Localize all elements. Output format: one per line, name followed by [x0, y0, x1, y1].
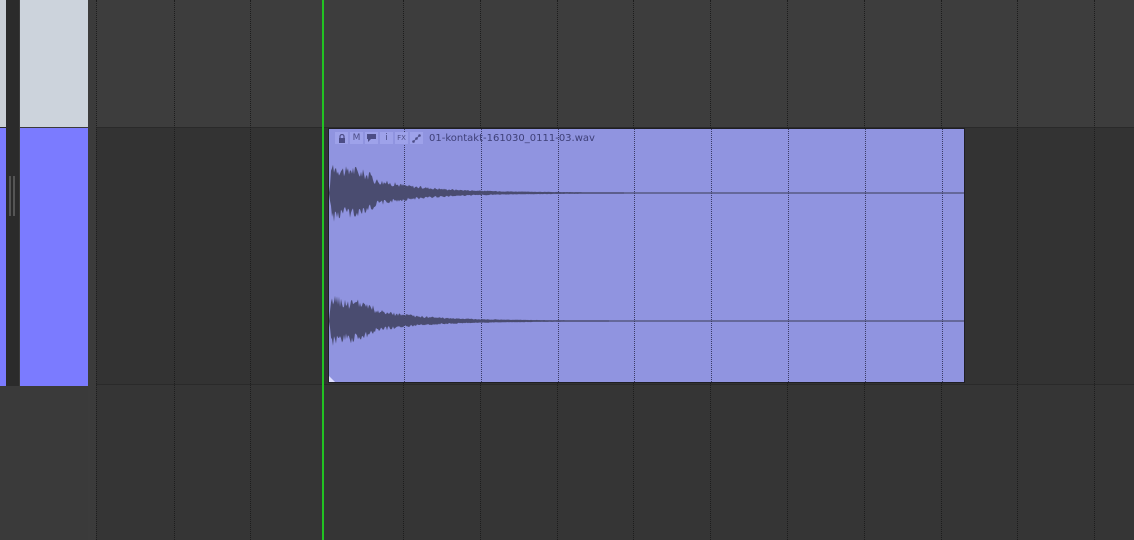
grid-line [1094, 0, 1095, 540]
fade-in-handle[interactable] [329, 376, 335, 382]
grid-line [250, 0, 251, 540]
tcp-divider[interactable] [88, 0, 96, 540]
playhead-cursor[interactable] [322, 0, 324, 540]
item-name: 01-kontakt-161030_0111-03.wav [429, 132, 595, 144]
lock-icon[interactable] [335, 132, 348, 144]
track-1-selection-indicator[interactable] [0, 0, 6, 127]
lane-divider [96, 384, 1134, 385]
fx-icon[interactable]: FX [395, 132, 408, 144]
track-2-selection-indicator[interactable] [0, 128, 6, 386]
track-lane-1[interactable] [96, 0, 1134, 128]
grid-line [174, 0, 175, 540]
item-header: M i FX 01-kontakt-161030_0111-03.wav [335, 131, 595, 145]
mute-icon[interactable]: M [350, 132, 363, 144]
waveform [329, 164, 964, 346]
media-item[interactable]: M i FX 01-kontakt-161030_0111-03.wav [328, 128, 965, 383]
grid-line [1017, 0, 1018, 540]
info-icon[interactable]: i [380, 132, 393, 144]
empty-lane-area[interactable] [96, 384, 1134, 540]
track-control-panel [0, 0, 96, 540]
notes-icon[interactable] [365, 132, 378, 144]
track-1-color-swatch[interactable] [20, 0, 88, 127]
track-2-color-swatch[interactable] [20, 128, 88, 386]
resize-grip-icon[interactable] [9, 176, 15, 216]
grid-line [96, 0, 97, 540]
envelope-icon[interactable] [410, 132, 423, 144]
